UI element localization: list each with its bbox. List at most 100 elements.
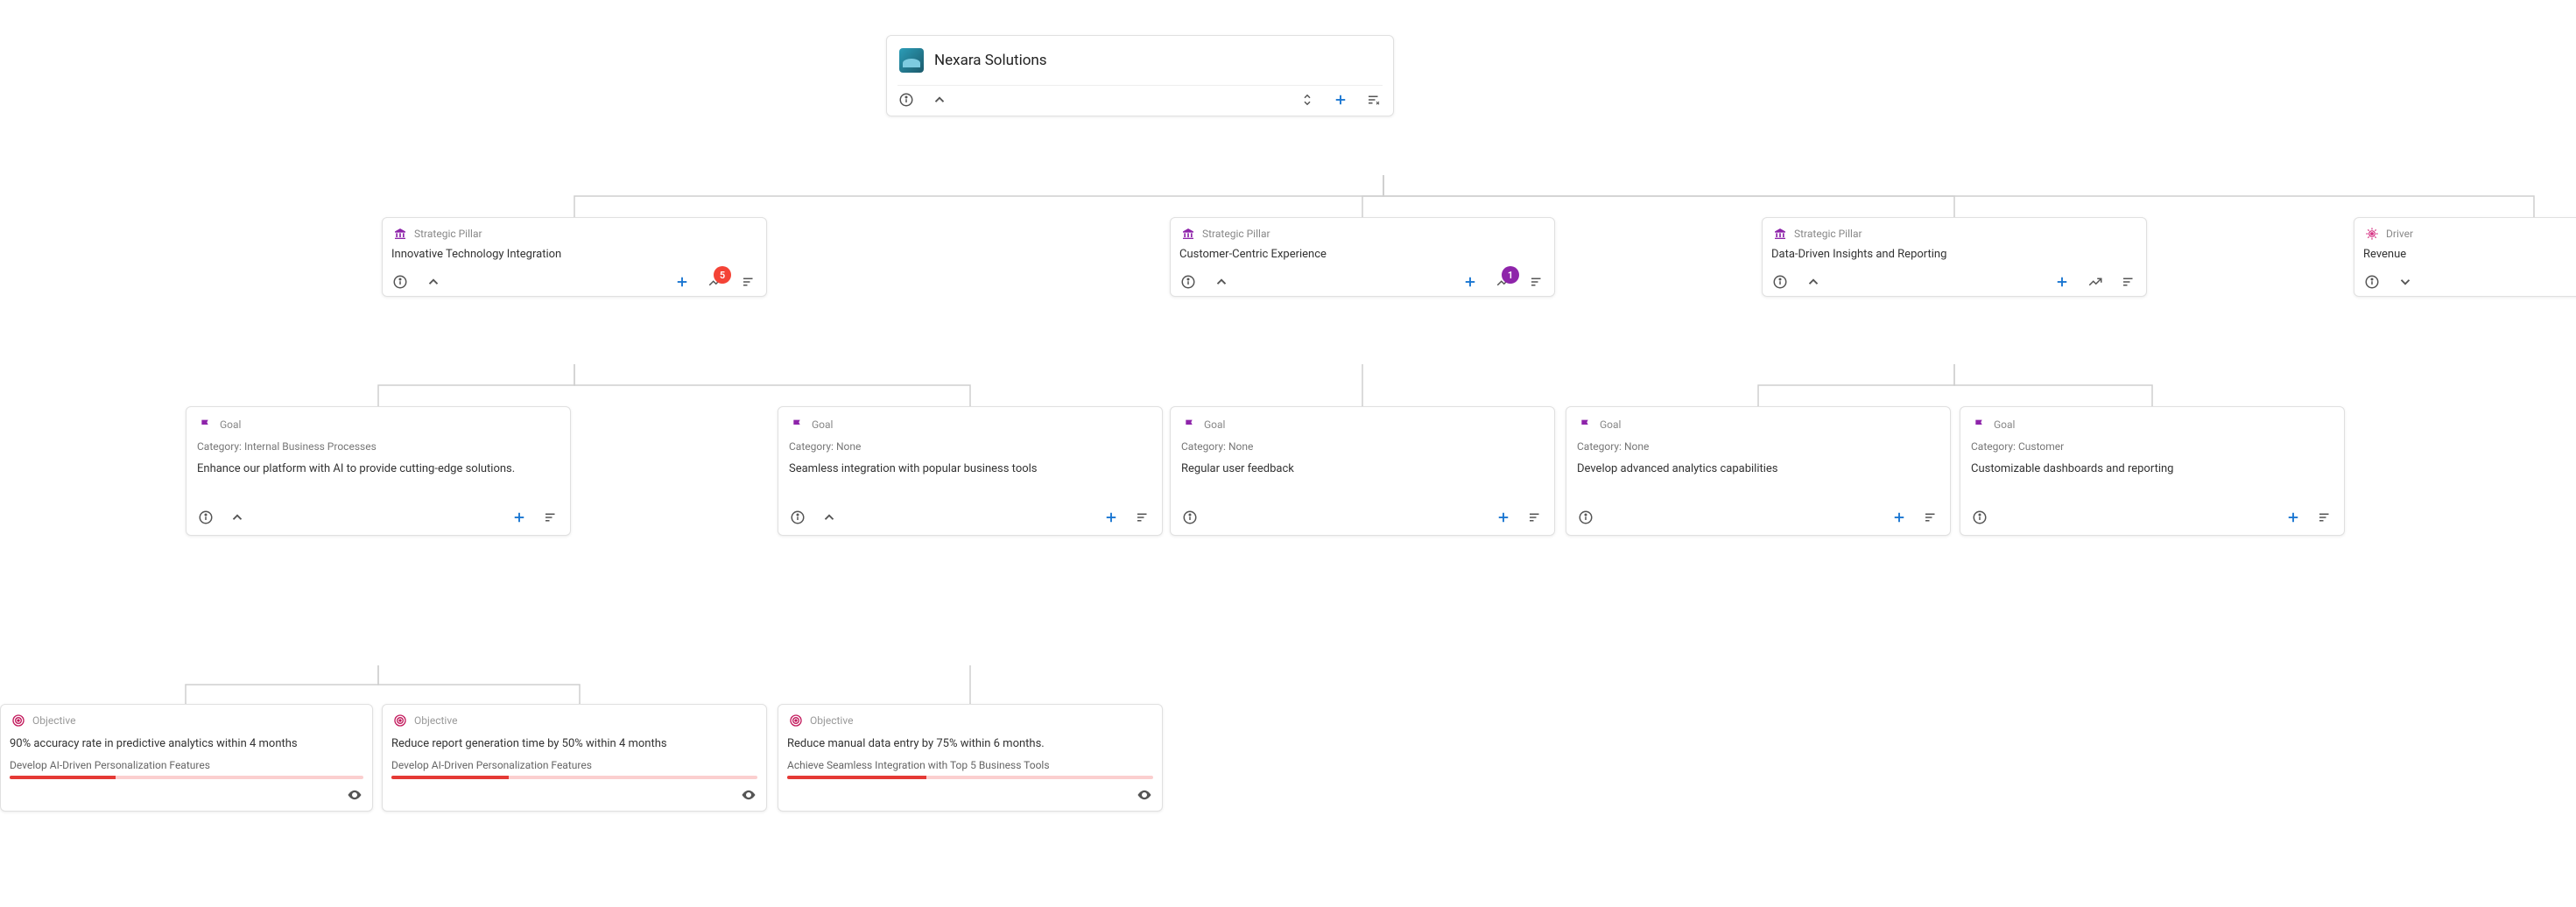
- collapse-icon[interactable]: [820, 509, 838, 526]
- info-icon[interactable]: [1771, 273, 1789, 291]
- info-icon[interactable]: [197, 509, 215, 526]
- add-icon[interactable]: [1461, 273, 1479, 291]
- objective-node: Objective Reduce manual data entry by 75…: [778, 704, 1163, 812]
- view-icon[interactable]: [346, 786, 363, 804]
- flag-icon: [1971, 416, 1988, 433]
- pillar-node-innovative-tech: Strategic Pillar Innovative Technology I…: [382, 217, 767, 297]
- sort-icon[interactable]: [1299, 91, 1316, 109]
- add-icon[interactable]: [510, 509, 528, 526]
- pillar-title: Innovative Technology Integration: [391, 248, 757, 261]
- objective-subtitle: Achieve Seamless Integration with Top 5 …: [787, 759, 1153, 773]
- target-icon: [10, 712, 27, 729]
- info-icon[interactable]: [897, 91, 915, 109]
- collapse-icon[interactable]: [1213, 273, 1230, 291]
- collapse-icon[interactable]: [425, 273, 442, 291]
- collapse-icon[interactable]: [1805, 273, 1822, 291]
- add-icon[interactable]: [1495, 509, 1512, 526]
- trend-icon[interactable]: [2087, 273, 2104, 291]
- view-icon[interactable]: [1136, 786, 1153, 804]
- collapse-icon[interactable]: [229, 509, 246, 526]
- goal-node: Goal Category: Internal Business Process…: [186, 406, 571, 536]
- edit-list-icon[interactable]: [2120, 273, 2137, 291]
- flag-icon: [789, 416, 806, 433]
- add-icon[interactable]: [1102, 509, 1120, 526]
- goal-node: Goal Category: None Seamless integration…: [778, 406, 1163, 536]
- edit-list-icon[interactable]: [1922, 509, 1939, 526]
- pillar-title: Data-Driven Insights and Reporting: [1771, 248, 2137, 261]
- progress-fill: [391, 776, 509, 779]
- edit-list-icon[interactable]: [1134, 509, 1151, 526]
- driver-title: Revenue: [2363, 248, 2576, 261]
- goal-category: Category: Internal Business Processes: [197, 440, 560, 453]
- add-icon[interactable]: [2053, 273, 2071, 291]
- node-type-label: Goal: [1600, 418, 1621, 431]
- company-logo: [899, 48, 924, 73]
- goal-text: Develop advanced analytics capabilities: [1577, 461, 1939, 491]
- node-type-label: Objective: [414, 714, 457, 727]
- info-icon[interactable]: [789, 509, 806, 526]
- progress-fill: [787, 776, 926, 779]
- info-icon[interactable]: [1181, 509, 1199, 526]
- pillar-node-customer-centric: Strategic Pillar Customer-Centric Experi…: [1170, 217, 1555, 297]
- node-type-label: Strategic Pillar: [1202, 228, 1270, 240]
- goal-node: Goal Category: None Develop advanced ana…: [1566, 406, 1951, 536]
- goal-text: Seamless integration with popular busine…: [789, 461, 1151, 491]
- node-type-label: Strategic Pillar: [414, 228, 482, 240]
- driver-icon: [2363, 225, 2381, 243]
- edit-list-icon[interactable]: [542, 509, 560, 526]
- add-icon[interactable]: [1332, 91, 1349, 109]
- info-icon[interactable]: [1577, 509, 1594, 526]
- node-type-label: Strategic Pillar: [1794, 228, 1862, 240]
- edit-list-icon[interactable]: [1526, 509, 1544, 526]
- node-type-label: Driver: [2386, 228, 2413, 240]
- info-icon[interactable]: [1971, 509, 1988, 526]
- objective-node: Objective Reduce report generation time …: [382, 704, 767, 812]
- view-icon[interactable]: [740, 786, 757, 804]
- edit-list-icon[interactable]: [1528, 273, 1545, 291]
- objective-node: Objective 90% accuracy rate in predictiv…: [0, 704, 373, 812]
- goal-category: Category: Customer: [1971, 440, 2333, 453]
- progress-fill: [10, 776, 116, 779]
- goal-text: Regular user feedback: [1181, 461, 1544, 491]
- pillar-icon: [1771, 225, 1789, 243]
- add-icon[interactable]: [1890, 509, 1908, 526]
- pillar-icon: [1179, 225, 1197, 243]
- objective-title: Reduce manual data entry by 75% within 6…: [787, 736, 1153, 752]
- collapse-icon[interactable]: [931, 91, 948, 109]
- objective-subtitle: Develop AI-Driven Personalization Featur…: [10, 759, 363, 773]
- target-icon: [391, 712, 409, 729]
- pillar-icon: [391, 225, 409, 243]
- edit-list-icon[interactable]: [1365, 91, 1383, 109]
- goal-category: Category: None: [1181, 440, 1544, 453]
- add-icon[interactable]: [2284, 509, 2302, 526]
- add-icon[interactable]: [673, 273, 691, 291]
- target-icon: [787, 712, 805, 729]
- expand-icon[interactable]: [2397, 273, 2414, 291]
- progress-bar: [10, 776, 363, 779]
- node-type-label: Objective: [32, 714, 75, 727]
- objective-subtitle: Develop AI-Driven Personalization Featur…: [391, 759, 757, 773]
- node-type-label: Goal: [812, 418, 833, 431]
- driver-node-revenue: Driver Revenue: [2354, 217, 2576, 297]
- flag-icon: [1577, 416, 1594, 433]
- flag-icon: [1181, 416, 1199, 433]
- goal-category: Category: None: [1577, 440, 1939, 453]
- progress-bar: [787, 776, 1153, 779]
- pillar-title: Customer-Centric Experience: [1179, 248, 1545, 261]
- edit-list-icon[interactable]: [2316, 509, 2333, 526]
- badge: 5: [714, 266, 731, 284]
- goal-node: Goal Category: Customer Customizable das…: [1960, 406, 2345, 536]
- node-type-label: Goal: [220, 418, 241, 431]
- info-icon[interactable]: [391, 273, 409, 291]
- info-icon[interactable]: [1179, 273, 1197, 291]
- objective-title: Reduce report generation time by 50% wit…: [391, 736, 757, 752]
- edit-list-icon[interactable]: [740, 273, 757, 291]
- progress-bar: [391, 776, 757, 779]
- info-icon[interactable]: [2363, 273, 2381, 291]
- goal-node: Goal Category: None Regular user feedbac…: [1170, 406, 1555, 536]
- root-node: Nexara Solutions: [886, 35, 1394, 116]
- root-title: Nexara Solutions: [934, 52, 1047, 69]
- goal-text: Customizable dashboards and reporting: [1971, 461, 2333, 491]
- flag-icon: [197, 416, 215, 433]
- objective-title: 90% accuracy rate in predictive analytic…: [10, 736, 363, 752]
